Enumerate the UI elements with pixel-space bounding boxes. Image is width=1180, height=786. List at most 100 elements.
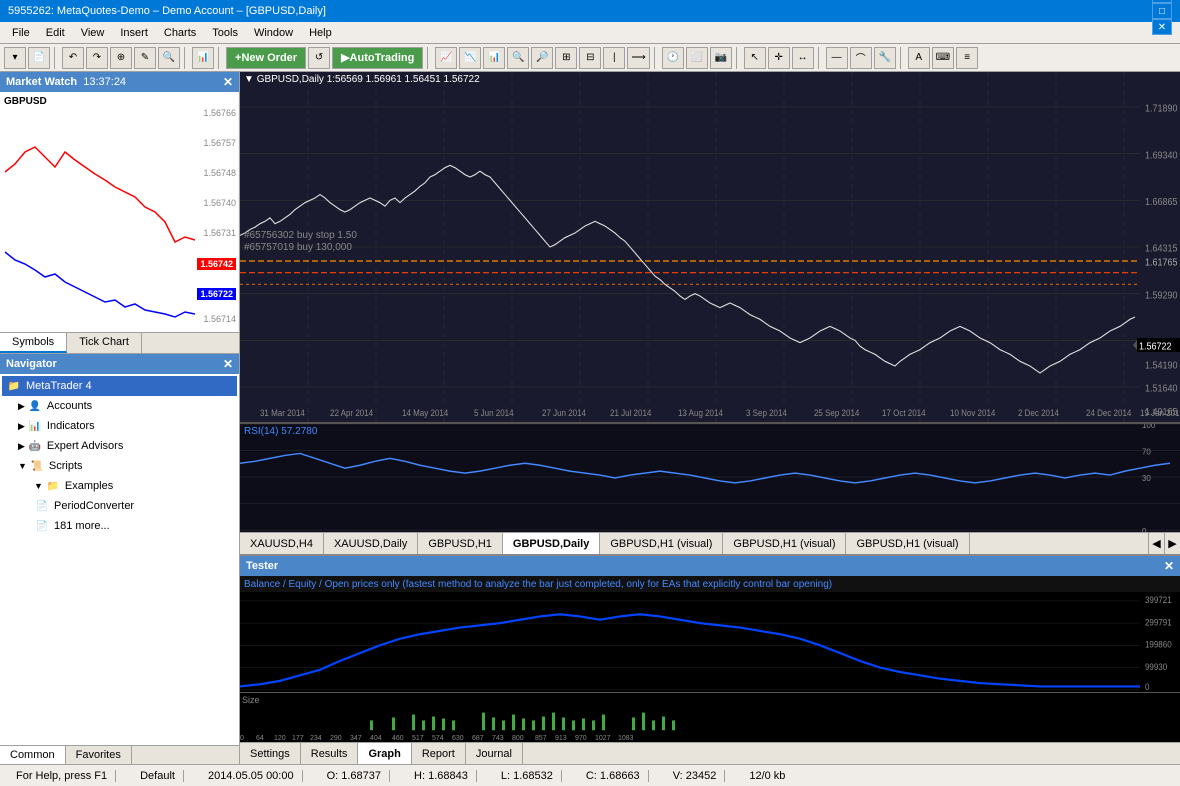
toolbar-btn-12[interactable]: ⟶: [627, 47, 649, 69]
chart-tab-next[interactable]: ▶: [1164, 533, 1180, 555]
svg-text:17 Oct 2014: 17 Oct 2014: [882, 408, 926, 419]
tester-panel: Tester ✕ Balance / Equity / Open prices …: [240, 554, 1180, 764]
nav-period-converter[interactable]: 📄 PeriodConverter: [2, 496, 237, 516]
toolbar-btn-4[interactable]: ↷: [86, 47, 108, 69]
new-order-button[interactable]: + New Order: [226, 47, 306, 69]
toolbar-cursor[interactable]: ↖: [744, 47, 766, 69]
tab-tick-chart[interactable]: Tick Chart: [67, 333, 142, 353]
chart-tab-gbpusd-h1-v1[interactable]: GBPUSD,H1 (visual): [600, 533, 723, 555]
toolbar-btn-13[interactable]: 🕐: [662, 47, 684, 69]
toolbar-btn-1[interactable]: ▾: [4, 47, 26, 69]
svg-text:10 Nov 2014: 10 Nov 2014: [950, 408, 995, 419]
menu-tools[interactable]: Tools: [204, 25, 246, 41]
svg-text:1.66865: 1.66865: [1145, 196, 1178, 208]
tester-chart[interactable]: 399721 299791 199860 99930 0: [240, 592, 1180, 692]
chart-tab-gbpusd-h1[interactable]: GBPUSD,H1: [418, 533, 503, 555]
toolbar-zoom-in[interactable]: 🔍: [507, 47, 529, 69]
toolbar-btn-A[interactable]: A: [908, 47, 930, 69]
nav-ea-icon: 🤖: [27, 438, 43, 454]
toolbar-btn-7[interactable]: 🔍: [158, 47, 180, 69]
navigator-close[interactable]: ✕: [223, 357, 233, 371]
svg-text:857: 857: [535, 735, 547, 742]
nav-tab-common[interactable]: Common: [0, 746, 66, 764]
nav-scripts[interactable]: ▼ 📜 Scripts: [2, 456, 237, 476]
status-memory: 12/0 kb: [741, 770, 793, 782]
tester-size-chart[interactable]: Size 0 64 120 177 234 290 347 404 460 51…: [240, 692, 1180, 742]
toolbar-btn-5[interactable]: ⊕: [110, 47, 132, 69]
navigator-content[interactable]: 📁 MetaTrader 4 ▶ 👤 Accounts ▶ 📊 Indicato…: [0, 374, 239, 745]
tester-tab-settings[interactable]: Settings: [240, 743, 301, 765]
toolbar-btn-8[interactable]: 📊: [192, 47, 214, 69]
menu-help[interactable]: Help: [301, 25, 340, 41]
nav-tab-favorites[interactable]: Favorites: [66, 746, 132, 764]
nav-more[interactable]: 📄 181 more...: [2, 516, 237, 536]
autotrading-button[interactable]: ▶ AutoTrading: [332, 47, 423, 69]
toolbar-btn-9[interactable]: ⊞: [555, 47, 577, 69]
toolbar-btn-14[interactable]: ⬜: [686, 47, 708, 69]
toolbar-sep-3: [218, 47, 222, 69]
main-layout: Market Watch 13:37:24 ✕ GBPUSD 1.56766 1…: [0, 72, 1180, 764]
chart-wrapper: ▼ GBPUSD,Daily 1:56569 1.56961 1.56451 1…: [240, 72, 1180, 764]
toolbar-btn-17[interactable]: —: [826, 47, 848, 69]
toolbar-zoom-out[interactable]: 🔎: [531, 47, 553, 69]
chart-tab-prev[interactable]: ◀: [1148, 533, 1164, 555]
toolbar-btn-16[interactable]: ↔: [792, 47, 814, 69]
menu-window[interactable]: Window: [246, 25, 301, 41]
menu-edit[interactable]: Edit: [38, 25, 73, 41]
market-watch-close[interactable]: ✕: [223, 75, 233, 89]
chart-tab-gbpusd-h1-v2[interactable]: GBPUSD,H1 (visual): [723, 533, 846, 555]
market-watch-chart[interactable]: GBPUSD 1.56766 1.56757 1.56748 1.56740 1…: [0, 92, 238, 332]
svg-text:1.54190: 1.54190: [1145, 360, 1178, 372]
toolbar-btn-6[interactable]: ✎: [134, 47, 156, 69]
menu-charts[interactable]: Charts: [156, 25, 204, 41]
toolbar-btn-20[interactable]: ⌨: [932, 47, 954, 69]
chart-tab-xauusd-h4[interactable]: XAUUSD,H4: [240, 533, 324, 555]
toolbar-chart-1[interactable]: 📈: [435, 47, 457, 69]
nav-metatrader4[interactable]: 📁 MetaTrader 4: [2, 376, 237, 396]
menu-file[interactable]: File: [4, 25, 38, 41]
toolbar: ▾ 📄 ↶ ↷ ⊕ ✎ 🔍 📊 + New Order ↺ ▶ AutoTrad…: [0, 44, 1180, 72]
svg-text:574: 574: [432, 735, 444, 742]
chart-tab-gbpusd-h1-v3[interactable]: GBPUSD,H1 (visual): [846, 533, 969, 555]
maximize-button[interactable]: □: [1152, 3, 1172, 19]
rsi-label: RSI(14) 57.2780: [244, 426, 317, 437]
svg-text:687: 687: [472, 735, 484, 742]
status-close: C: 1.68663: [578, 770, 649, 782]
menu-insert[interactable]: Insert: [112, 25, 156, 41]
toolbar-btn-10[interactable]: ⊟: [579, 47, 601, 69]
toolbar-btn-2[interactable]: 📄: [28, 47, 50, 69]
mw-price-5: 1.56731: [203, 228, 236, 238]
toolbar-crosshair[interactable]: ✛: [768, 47, 790, 69]
chart-header-info: ▼ GBPUSD,Daily 1:56569 1.56961 1.56451 1…: [244, 74, 480, 85]
close-button[interactable]: ✕: [1152, 19, 1172, 35]
tester-tab-graph[interactable]: Graph: [358, 743, 411, 765]
nav-accounts-arrow: ▶: [18, 401, 25, 412]
toolbar-btn-3[interactable]: ↶: [62, 47, 84, 69]
toolbar-sep-2: [184, 47, 188, 69]
tester-tab-results[interactable]: Results: [301, 743, 359, 765]
toolbar-btn-11[interactable]: |: [603, 47, 625, 69]
toolbar-btn-21[interactable]: ≡: [956, 47, 978, 69]
nav-accounts[interactable]: ▶ 👤 Accounts: [2, 396, 237, 416]
nav-indicators[interactable]: ▶ 📊 Indicators: [2, 416, 237, 436]
chart-tab-xauusd-daily[interactable]: XAUUSD,Daily: [324, 533, 418, 555]
tester-tab-journal[interactable]: Journal: [466, 743, 523, 765]
toolbar-recycle[interactable]: ↺: [308, 47, 330, 69]
nav-expert-advisors[interactable]: ▶ 🤖 Expert Advisors: [2, 436, 237, 456]
nav-indicators-icon: 📊: [27, 418, 43, 434]
toolbar-chart-3[interactable]: 📊: [483, 47, 505, 69]
tester-close[interactable]: ✕: [1164, 559, 1174, 573]
toolbar-btn-18[interactable]: ⌒: [850, 47, 872, 69]
menu-view[interactable]: View: [73, 25, 113, 41]
toolbar-btn-15[interactable]: 📷: [710, 47, 732, 69]
status-datetime: 2014.05.05 00:00: [200, 770, 303, 782]
rsi-chart[interactable]: RSI(14) 57.2780 100 70 30 0: [240, 422, 1180, 532]
tab-symbols[interactable]: Symbols: [0, 333, 67, 353]
nav-examples[interactable]: ▼ 📁 Examples: [2, 476, 237, 496]
chart-tab-gbpusd-daily[interactable]: GBPUSD,Daily: [503, 533, 600, 555]
toolbar-chart-2[interactable]: 📉: [459, 47, 481, 69]
main-chart[interactable]: ▼ GBPUSD,Daily 1:56569 1.56961 1.56451 1…: [240, 72, 1180, 422]
toolbar-sep-7: [818, 47, 822, 69]
toolbar-btn-19[interactable]: 🔧: [874, 47, 896, 69]
tester-tab-report[interactable]: Report: [412, 743, 466, 765]
